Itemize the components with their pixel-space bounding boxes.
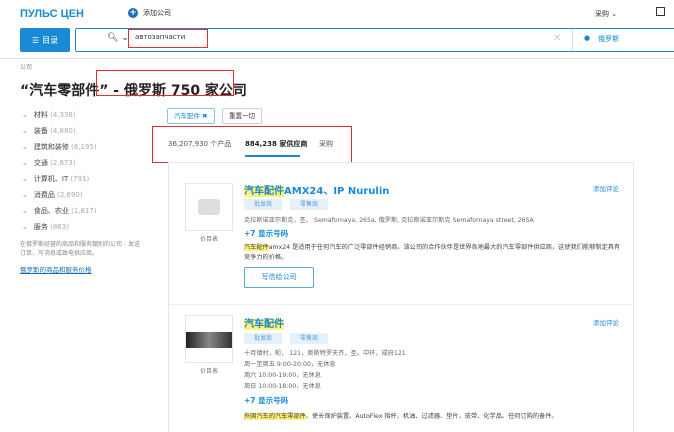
add-review-link[interactable]: 添加评论 <box>593 317 619 327</box>
prices-link[interactable]: 俄罗斯的商品和服务价格 <box>20 264 92 274</box>
desc-text: 、使长保护装置、AutoFlex 指杆、机油、过滤器、垫片、皮带、化学品、任何订… <box>305 413 558 420</box>
badge-retail: 零售商 <box>290 333 329 344</box>
category-count: (863) <box>50 223 69 231</box>
desc-highlight: 汽车配件 <box>244 244 269 251</box>
category-label: 建筑和装修 <box>33 143 69 151</box>
price-list-label[interactable]: 价目表 <box>200 366 218 375</box>
category-label: 交通 <box>33 159 48 167</box>
chevron-down-icon: ⌄ <box>22 191 28 199</box>
add-review-link[interactable]: 添加评论 <box>593 183 619 193</box>
chevron-down-icon: ⌄ <box>22 143 28 151</box>
company-image[interactable] <box>185 315 233 363</box>
badge-wholesale: 批发商 <box>244 199 283 210</box>
category-count: (6,195) <box>71 143 97 151</box>
hours-sunday: 周日 10:00-18:00，无休息 <box>244 383 321 390</box>
active-filter-chip[interactable]: 汽车配件 ✖ <box>167 108 215 124</box>
breadcrumb[interactable]: 公司 <box>20 62 32 71</box>
add-company-link[interactable]: + 添加公司 <box>128 8 171 18</box>
write-to-company-button[interactable]: 写信给公司 <box>244 267 314 288</box>
reset-filters-button[interactable]: 重置一切 <box>222 108 262 124</box>
category-count: (791) <box>70 175 90 183</box>
company-image[interactable] <box>185 183 233 231</box>
category-count: (2,873) <box>50 159 76 167</box>
purchase-label: 采购 <box>595 10 609 18</box>
search-input[interactable]: автозапчасти <box>128 29 208 48</box>
address: 十月镇村，呃， 121，奥斯特罗夫齐，圣。中环，成府121 <box>244 350 406 357</box>
category-count: (4,880) <box>50 127 76 135</box>
category-label: 计算机、IT <box>33 175 69 183</box>
category-label: 食品、农业 <box>33 207 69 215</box>
add-company-label: 添加公司 <box>143 9 171 17</box>
sidebar-category[interactable]: ⌄ 服务 (863) <box>22 222 69 232</box>
category-label: 服务 <box>33 223 48 231</box>
result-title[interactable]: 汽车配件AMX24、IP Nurulin <box>244 182 389 197</box>
price-list-label[interactable]: 价目表 <box>200 234 218 243</box>
chevron-down-icon: ⌄ <box>22 175 28 183</box>
sidebar-category[interactable]: ⌄ 材料 (4,338) <box>22 110 76 120</box>
category-label: 消费品 <box>33 191 55 199</box>
address: 克拉斯诺亚尔斯克，圣。 Semafornaya, 265a, 俄罗斯, 克拉斯诺… <box>244 217 534 224</box>
sidebar-category[interactable]: ⌄ 交通 (2,873) <box>22 158 76 168</box>
show-phone-link[interactable]: +7 显示号码 <box>244 228 288 239</box>
location-label: 俄罗斯 <box>598 35 620 43</box>
desc-text: amx24 是适用于任何汽车的广泛零部件经销商。该公司的合作伙伴是世界各地最大的… <box>244 244 621 261</box>
search-icon: 🔍︎ <box>107 33 119 43</box>
category-count: (1,817) <box>71 207 97 215</box>
clear-icon[interactable]: ✕ <box>553 33 561 44</box>
logo[interactable]: ПУЛЬС ЦЕН <box>20 8 84 20</box>
catalog-label: 目录 <box>42 35 59 45</box>
description: 外国汽车的汽车零部件、使长保护装置、AutoFlex 指杆、机油、过滤器、垫片、… <box>244 411 558 420</box>
badge-wholesale: 批发商 <box>244 333 283 344</box>
catalog-button[interactable]: ☰ 目录 <box>20 28 70 52</box>
divider <box>572 29 573 51</box>
annotation-box <box>96 70 234 96</box>
category-count: (2,690) <box>57 191 83 199</box>
sidebar-category[interactable]: ⌄ 计算机、IT (791) <box>22 174 89 184</box>
chip-label: 汽车配件 <box>174 112 200 120</box>
close-icon[interactable]: ✖ <box>202 112 207 120</box>
window-icon[interactable] <box>656 7 665 16</box>
annotation-box <box>152 126 352 163</box>
result-title[interactable]: 汽车配件 <box>244 315 284 330</box>
divider <box>169 304 633 305</box>
desc-highlight: 外国汽车的汽车零部件 <box>244 413 306 420</box>
category-label: 材料 <box>33 111 48 119</box>
search-type-dropdown[interactable]: 🔍︎ ⌄ <box>107 33 129 43</box>
results-list <box>168 162 634 432</box>
menu-icon: ☰ <box>31 35 40 45</box>
chevron-down-icon: ⌄ <box>22 127 28 135</box>
plus-icon: + <box>128 8 138 18</box>
sidebar-category[interactable]: ⌄ 装备 (4,880) <box>22 126 76 136</box>
chevron-down-icon: ⌄ <box>22 207 28 215</box>
show-phone-link[interactable]: +7 显示号码 <box>244 395 288 406</box>
title-highlight: 汽车配件 <box>244 186 284 197</box>
divider <box>0 58 674 59</box>
category-count: (4,338) <box>50 111 76 119</box>
sidebar-note: 在俄罗斯经营的商品和服务類别的公司 - 发送订单、写消息或致电供应商。 <box>20 241 140 257</box>
purchase-menu[interactable]: 采购 ⌄ <box>595 9 617 19</box>
sidebar-category[interactable]: ⌄ 食品、农业 (1,817) <box>22 206 97 216</box>
badge-retail: 零售商 <box>290 199 329 210</box>
location-pin-icon: ● <box>584 34 591 42</box>
title-highlight: 汽车配件 <box>244 319 284 330</box>
title-rest: AMX24、IP Nurulin <box>284 186 390 197</box>
camera-icon <box>198 199 220 215</box>
chevron-down-icon: ⌄ <box>22 111 28 119</box>
hours-weekdays: 周一至周五 9:00-20:00，无休息 <box>244 361 336 368</box>
sidebar-category[interactable]: ⌄ 消费品 (2,690) <box>22 190 83 200</box>
chevron-down-icon: ⌄ <box>611 10 618 18</box>
hours-saturday: 周六 10:00-19:00，无休息 <box>244 372 321 379</box>
description: 汽车配件amx24 是适用于任何汽车的广泛零部件经销商。该公司的合作伙伴是世界各… <box>244 243 624 263</box>
location-selector[interactable]: ● 俄罗斯 <box>584 34 619 44</box>
chevron-down-icon: ⌄ <box>22 223 28 231</box>
sidebar-category[interactable]: ⌄ 建筑和装修 (6,195) <box>22 142 97 152</box>
chevron-down-icon: ⌄ <box>22 159 28 167</box>
category-label: 装备 <box>33 127 48 135</box>
